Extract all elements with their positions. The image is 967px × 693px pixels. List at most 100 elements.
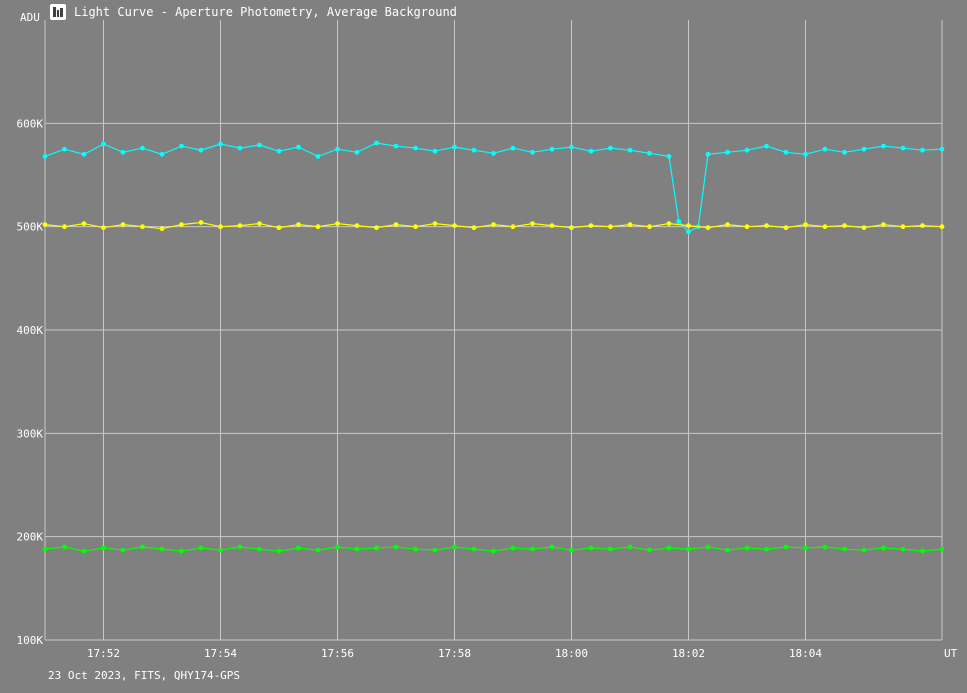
data-point	[471, 147, 477, 153]
data-point	[627, 222, 633, 228]
data-point	[140, 544, 145, 550]
data-point	[881, 222, 886, 228]
data-point	[218, 141, 223, 147]
data-point	[218, 547, 223, 553]
data-point	[510, 545, 516, 551]
data-point	[764, 223, 769, 229]
data-point	[276, 548, 282, 554]
data-point	[62, 544, 67, 550]
data-point	[803, 545, 808, 551]
data-point	[783, 544, 789, 550]
data-point	[686, 229, 691, 235]
x-tick-label: 18:00	[555, 647, 588, 660]
data-point	[764, 546, 769, 552]
data-point	[159, 151, 165, 157]
data-point	[705, 544, 711, 550]
data-point	[140, 145, 145, 151]
data-point	[666, 545, 672, 551]
data-point	[530, 546, 535, 552]
series-2	[42, 544, 945, 554]
data-point	[783, 225, 789, 231]
data-point	[647, 150, 652, 156]
data-point	[393, 544, 399, 550]
data-point	[920, 147, 925, 153]
data-point	[159, 546, 165, 552]
data-point	[101, 225, 106, 231]
data-point	[393, 143, 399, 149]
data-point	[900, 145, 906, 151]
data-point	[491, 150, 496, 156]
x-tick-labels: 17:52 17:54 17:56 17:58 18:00 18:02 18:04	[87, 647, 822, 660]
y-tick-label: 400K	[17, 324, 44, 337]
data-point	[120, 547, 126, 553]
data-point	[744, 147, 750, 153]
data-point	[491, 222, 496, 228]
data-point	[647, 547, 652, 553]
x-tick-label: 18:04	[789, 647, 822, 660]
data-point	[179, 222, 184, 228]
data-point	[354, 546, 360, 552]
data-point	[81, 548, 87, 554]
data-point	[705, 151, 711, 157]
data-point	[666, 221, 672, 227]
data-point	[569, 547, 574, 553]
data-point	[296, 222, 301, 228]
data-point	[569, 144, 574, 150]
data-point	[237, 223, 243, 229]
data-point	[842, 546, 847, 552]
data-point	[939, 224, 945, 230]
series-0	[42, 140, 945, 235]
data-point	[374, 140, 379, 146]
data-point	[881, 545, 886, 551]
data-point	[744, 224, 750, 230]
data-point	[432, 221, 438, 227]
data-point	[452, 544, 457, 550]
data-point	[335, 146, 340, 152]
x-tick-label: 17:58	[438, 647, 471, 660]
data-point	[276, 225, 282, 231]
data-point	[881, 143, 886, 149]
data-point	[608, 145, 613, 151]
data-point	[452, 223, 457, 229]
x-tick-label: 17:54	[204, 647, 237, 660]
data-point	[315, 224, 321, 230]
data-point	[549, 544, 555, 550]
data-point	[257, 546, 262, 552]
x-tick-label: 17:52	[87, 647, 120, 660]
light-curve-plot[interactable]: ADU UT 100K200K300K400K500K600K 17:52 17:…	[0, 0, 967, 693]
data-point	[666, 154, 672, 159]
data-point	[354, 149, 360, 155]
data-point	[588, 545, 594, 551]
data-point	[237, 145, 243, 151]
data-point	[315, 154, 321, 159]
y-tick-label: 600K	[17, 117, 44, 130]
data-point	[588, 148, 594, 154]
x-tick-label: 17:56	[321, 647, 354, 660]
data-point	[42, 154, 48, 159]
data-point	[725, 149, 730, 155]
data-point	[549, 223, 555, 229]
data-point	[257, 221, 262, 227]
data-point	[705, 225, 711, 231]
series-line	[44, 142, 943, 233]
data-point	[920, 548, 925, 554]
data-point	[686, 223, 691, 229]
data-point	[569, 225, 574, 231]
data-point	[374, 545, 379, 551]
data-point	[159, 226, 165, 232]
data-point	[822, 544, 828, 550]
data-point	[42, 222, 48, 228]
data-point	[764, 143, 769, 149]
data-point	[530, 149, 535, 155]
data-point	[861, 225, 867, 231]
data-point	[842, 223, 847, 229]
data-point	[471, 225, 477, 231]
data-point	[335, 544, 340, 550]
data-point	[822, 146, 828, 152]
footer-caption: 23 Oct 2023, FITS, QHY174-GPS	[48, 669, 241, 682]
data-point	[413, 224, 418, 230]
data-point	[803, 151, 808, 157]
data-point	[198, 147, 204, 153]
data-point	[549, 146, 555, 152]
data-point	[179, 548, 184, 554]
